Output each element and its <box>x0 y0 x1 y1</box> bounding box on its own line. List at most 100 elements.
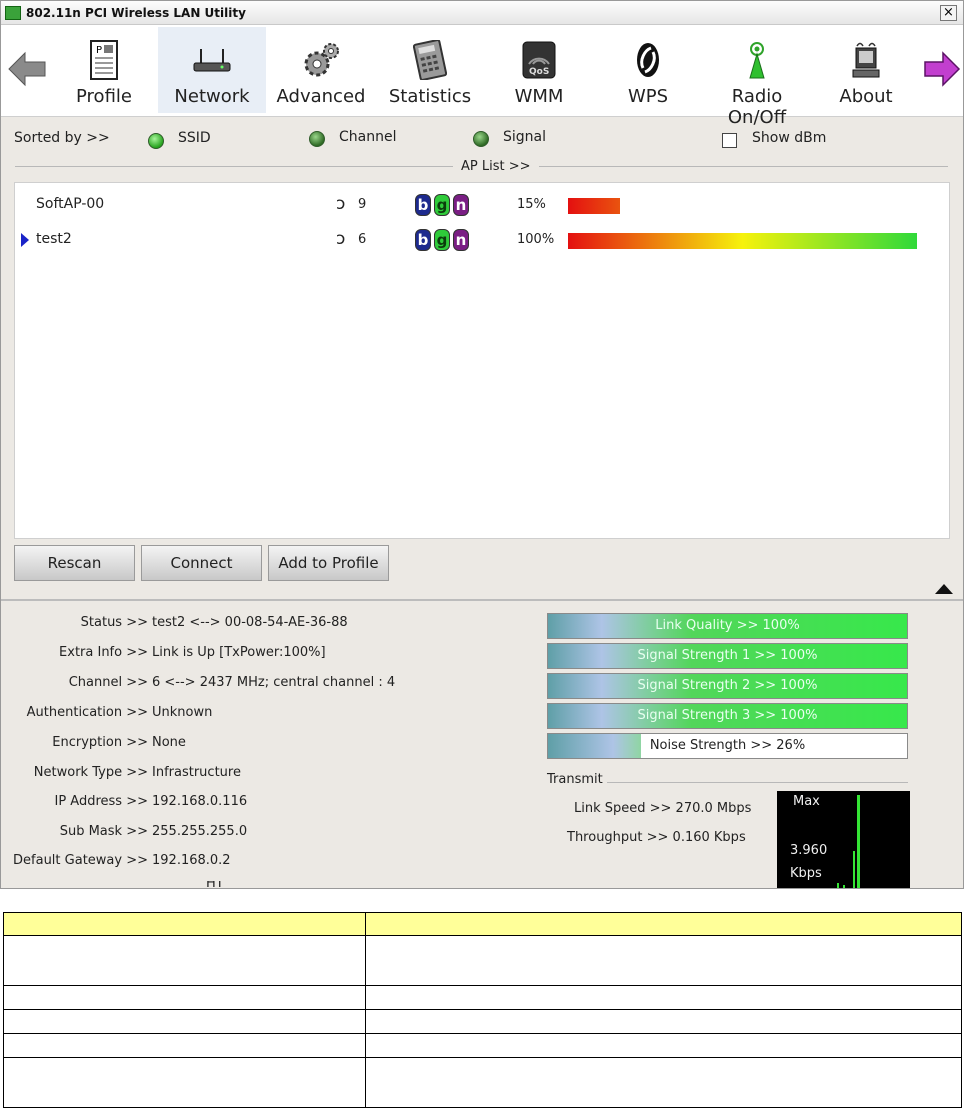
ap-list-title-row: AP List >> <box>15 159 948 174</box>
link-quality-label: Link Quality >> 100% <box>655 618 800 633</box>
ap-row[interactable]: SoftAP-00 ↄ 9 b g n 15% <box>15 192 949 218</box>
sort-channel-label: Channel <box>339 129 397 145</box>
link-speed: Link Speed >> 270.0 Mbps <box>574 801 752 816</box>
table-header-cell <box>3 912 366 936</box>
close-button[interactable]: × <box>940 5 957 21</box>
about-icon <box>852 42 880 78</box>
info-label: Extra Info >> <box>59 645 148 660</box>
signal-strength-3-label: Signal Strength 3 >> 100% <box>637 708 818 723</box>
signal-strength-1-label: Signal Strength 1 >> 100% <box>637 648 818 663</box>
ap-ssid: SoftAP-00 <box>36 196 105 212</box>
sort-channel-radio[interactable] <box>309 131 325 147</box>
sort-signal-label: Signal <box>503 129 547 145</box>
back-arrow-icon[interactable] <box>7 49 47 89</box>
toolbar: P Profile Network Advanced Statistics Qo… <box>1 25 963 128</box>
signal-strength-2-bar: Signal Strength 2 >> 100% <box>547 673 908 699</box>
table-row <box>3 935 962 986</box>
svg-text:QoS: QoS <box>529 67 549 77</box>
table-cell <box>3 1057 366 1108</box>
utility-window: 802.11n PCI Wireless LAN Utility × P Pro… <box>0 0 964 889</box>
noise-strength-label: Noise Strength >> 26% <box>649 738 806 753</box>
info-value: Unknown <box>152 705 213 720</box>
info-label: Encryption >> <box>52 735 148 750</box>
profile-icon: P <box>90 40 118 80</box>
info-value: Infrastructure <box>152 765 241 780</box>
toolbar-advanced[interactable]: Advanced <box>267 27 375 113</box>
table-cell <box>3 1009 366 1034</box>
toolbar-wmm[interactable]: QoS WMM <box>485 27 593 113</box>
table-row <box>3 1033 962 1058</box>
section-divider <box>1 599 963 601</box>
description-table <box>3 912 962 1108</box>
show-dbm-label: Show dBm <box>752 130 827 146</box>
radio-antenna-icon <box>749 42 765 79</box>
channel-antenna-icon: ↄ <box>336 194 346 214</box>
toolbar-label-advanced: Advanced <box>276 86 366 107</box>
advanced-gear-icon <box>304 43 339 77</box>
ap-list-title: AP List >> <box>453 159 539 174</box>
ap-signal-percent: 100% <box>517 232 555 247</box>
sort-label: Sorted by >> <box>14 130 110 146</box>
info-value: Link is Up [TxPower:100%] <box>152 645 326 660</box>
toolbar-label-network: Network <box>174 86 250 107</box>
info-label: Sub Mask >> <box>59 824 148 839</box>
statistics-icon <box>413 40 447 80</box>
toolbar-about[interactable]: About <box>812 27 920 113</box>
ap-row-selected[interactable]: test2 ↄ 6 b g n 100% <box>15 227 949 253</box>
info-ip-address: IP Address >> 192.168.0.116 <box>1 794 541 812</box>
toolbar-label-about: About <box>839 86 893 107</box>
ap-signal-bar <box>568 233 917 249</box>
table-cell <box>365 1009 962 1034</box>
throughput: Throughput >> 0.160 Kbps <box>567 830 746 845</box>
title-bar: 802.11n PCI Wireless LAN Utility × <box>1 1 963 25</box>
svg-text:P: P <box>96 45 102 56</box>
toolbar-wps[interactable]: WPS <box>594 27 702 113</box>
toolbar-profile[interactable]: P Profile <box>50 27 158 113</box>
table-cell <box>365 985 962 1010</box>
toolbar-statistics[interactable]: Statistics <box>376 27 484 113</box>
info-partial-label: HT <box>206 881 224 889</box>
ap-signal-percent: 15% <box>517 197 546 212</box>
transmit-title: Transmit <box>547 772 603 787</box>
selected-pointer-icon <box>21 233 29 247</box>
info-authentication: Authentication >> Unknown <box>1 705 541 723</box>
info-value: 192.168.0.2 <box>152 853 231 868</box>
info-label: Authentication >> <box>26 705 148 720</box>
toolbar-label-wmm: WMM <box>514 86 564 107</box>
signal-strength-2-label: Signal Strength 2 >> 100% <box>637 678 818 693</box>
mode-g-badge: g <box>434 194 450 216</box>
window-title: 802.11n PCI Wireless LAN Utility <box>26 5 246 20</box>
graph-spike <box>853 851 855 888</box>
mode-n-badge: n <box>453 229 469 251</box>
forward-arrow-icon[interactable] <box>921 49 961 89</box>
network-icon <box>193 49 231 72</box>
table-header-row <box>3 912 962 936</box>
sort-signal-radio[interactable] <box>473 131 489 147</box>
info-network-type: Network Type >> Infrastructure <box>1 765 541 783</box>
throughput-graph: Max 3.960 Kbps <box>777 791 910 888</box>
mode-b-badge: b <box>415 229 431 251</box>
rescan-button[interactable]: Rescan <box>14 545 135 581</box>
sort-ssid-radio[interactable] <box>148 133 164 149</box>
graph-spike <box>843 885 845 888</box>
connect-button[interactable]: Connect <box>141 545 262 581</box>
ap-channel: 9 <box>358 197 367 212</box>
wmm-qos-icon: QoS <box>522 41 556 79</box>
table-cell <box>3 1033 366 1058</box>
table-cell <box>365 935 962 986</box>
add-to-profile-button[interactable]: Add to Profile <box>268 545 389 581</box>
transmit-divider <box>607 782 908 783</box>
toolbar-network[interactable]: Network <box>158 27 266 113</box>
toolbar-radio[interactable]: Radio On/Off <box>703 27 811 128</box>
ap-signal-bar <box>568 198 620 214</box>
mode-b-badge: b <box>415 194 431 216</box>
signal-strength-1-bar: Signal Strength 1 >> 100% <box>547 643 908 669</box>
info-label: Status >> <box>80 615 148 630</box>
info-default-gateway: Default Gateway >> 192.168.0.2 <box>1 853 541 871</box>
graph-unit: Kbps <box>790 866 822 881</box>
ap-channel: 6 <box>358 232 367 247</box>
info-label: Network Type >> <box>33 765 148 780</box>
collapse-arrow-icon[interactable] <box>933 582 955 596</box>
info-partial-row: HT <box>1 881 541 889</box>
show-dbm-checkbox[interactable] <box>722 133 737 148</box>
